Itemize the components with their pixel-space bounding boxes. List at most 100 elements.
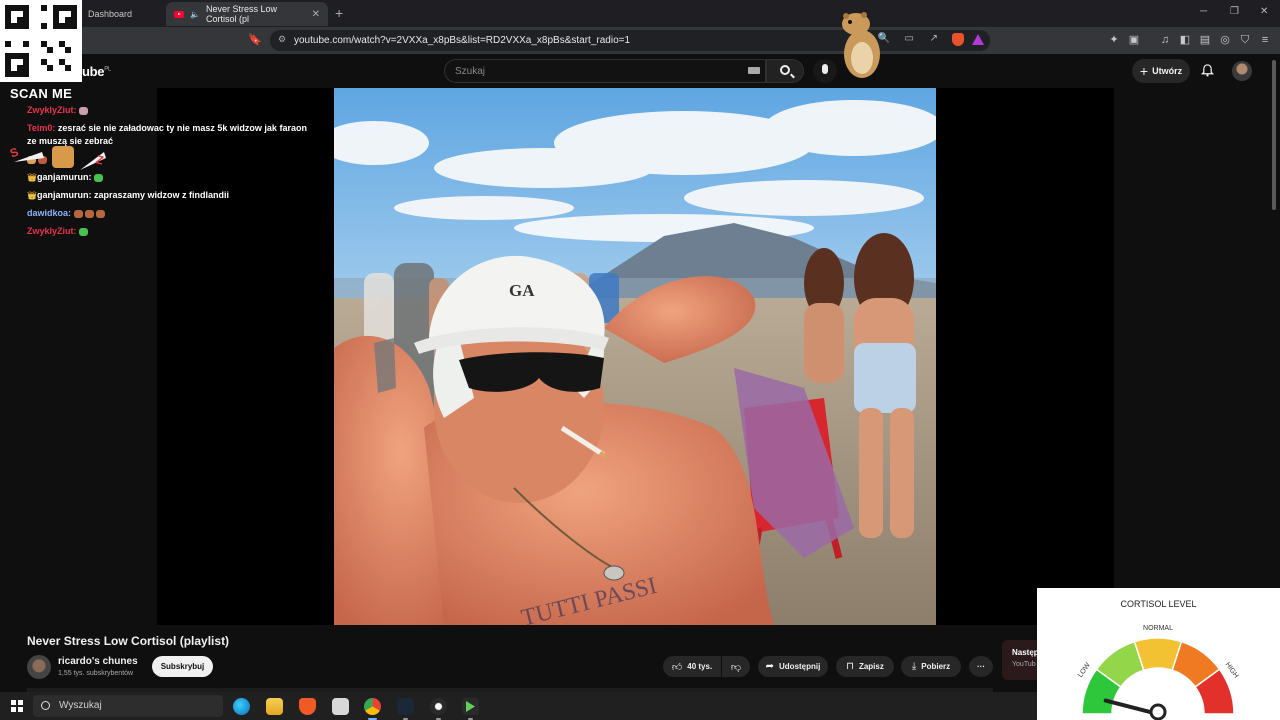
chat-username: ZwyklyZiut:: [27, 226, 80, 236]
gauge-label: LOW: [1077, 662, 1092, 679]
qr-code[interactable]: [0, 0, 82, 82]
chat-emote-icon: [84, 209, 94, 218]
download-icon: ⤓: [911, 661, 917, 672]
tab-dashboard[interactable]: Dashboard: [80, 2, 166, 26]
search-input[interactable]: Szukaj: [444, 59, 766, 83]
brave-icon[interactable]: [299, 698, 316, 715]
close-window-button[interactable]: ✕: [1260, 6, 1268, 17]
taskbar-search-input[interactable]: Wyszukaj: [33, 695, 223, 717]
svg-text:Z: Z: [94, 152, 105, 167]
music-icon[interactable]: ♫: [1158, 33, 1172, 47]
gauge-label: HIGH: [1224, 661, 1240, 679]
chat-emote-icon: [79, 106, 89, 115]
share-label: Udostępnij: [779, 662, 821, 671]
download-button[interactable]: ⤓ Pobierz: [901, 656, 961, 677]
chat-username: ZwyklyZiut:: [27, 105, 80, 115]
video-title: Never Stress Low Cortisol (playlist): [27, 634, 230, 648]
browser-tab-bar: Dashboard 🔈 Never Stress Low Cortisol (p…: [0, 0, 1280, 27]
minimize-button[interactable]: ─: [1200, 6, 1207, 17]
windows-taskbar: Wyszukaj: [0, 692, 1037, 720]
channel-avatar[interactable]: [27, 655, 51, 679]
vpn-icon[interactable]: ◎: [1218, 33, 1232, 47]
youtube-favicon-icon: [174, 10, 184, 18]
menu-icon[interactable]: ≡: [1258, 33, 1272, 47]
chat-message: ZwyklyZiut:: [27, 225, 317, 238]
more-actions-button[interactable]: ···: [969, 656, 993, 677]
share-button[interactable]: ➦ Udostępnij: [758, 656, 828, 677]
download-label: Pobierz: [921, 662, 951, 671]
youtube-header: ubePL Szukaj + Utwórz: [0, 54, 1280, 88]
like-count: 40 tys.: [687, 662, 713, 671]
windows-start-icon[interactable]: [11, 700, 23, 712]
edge-icon[interactable]: [233, 698, 250, 715]
cortisol-gauge: CORTISOL LEVEL LOW NORMAL HIGH: [1037, 588, 1280, 720]
video-frame[interactable]: GA TUTTI PASSI: [334, 88, 936, 625]
hat-logo: GA: [509, 281, 535, 300]
chat-message: dawidkoa:: [27, 207, 317, 220]
chat-text: zapraszamy widzow z findlandii: [93, 190, 230, 200]
tab-label: Never Stress Low Cortisol (pl: [205, 4, 277, 24]
chat-username: dawidkoa:: [27, 208, 74, 218]
steam-icon[interactable]: [397, 698, 414, 720]
tab-label: Dashboard: [88, 9, 133, 19]
crown-badge-icon: 👑: [27, 173, 37, 182]
chrome-icon[interactable]: [364, 698, 381, 720]
site-info-icon[interactable]: ⚙: [278, 34, 286, 45]
subscribe-button[interactable]: Subskrybuj: [152, 656, 213, 677]
rewards-icon[interactable]: [972, 34, 984, 45]
sidebar-icon[interactable]: ◧: [1178, 33, 1192, 47]
chat-username: ganjamurun:: [36, 190, 94, 200]
like-button[interactable]: 👍︎ 40 tys.: [663, 656, 721, 677]
speaker-icon[interactable]: 🔈: [190, 10, 200, 19]
chat-emote-icon: [73, 209, 83, 218]
chat-emote-icon: [79, 227, 89, 236]
thumbs-down-icon: 👎︎: [730, 661, 742, 673]
cast-icon[interactable]: ▭: [905, 33, 914, 44]
voice-search-button[interactable]: [813, 59, 837, 83]
region-code: PL: [104, 66, 111, 73]
bookmark-icon[interactable]: 🔖: [248, 33, 262, 47]
account-avatar[interactable]: [1232, 61, 1252, 81]
qr-pattern: [5, 5, 77, 77]
page-scrollbar[interactable]: [1272, 60, 1276, 210]
close-tab-icon[interactable]: ✕: [312, 9, 320, 20]
chat-emote-icon: [93, 173, 103, 182]
app-icon[interactable]: [332, 698, 349, 715]
search-icon: [780, 65, 790, 75]
restore-button[interactable]: ❐: [1230, 6, 1239, 17]
brave-shields-icon[interactable]: [952, 33, 964, 46]
hamster-sticker: [842, 12, 880, 78]
keyboard-icon[interactable]: [748, 67, 760, 74]
share-page-icon[interactable]: ↗: [930, 33, 938, 44]
tab-video[interactable]: 🔈 Never Stress Low Cortisol (pl ✕: [166, 2, 328, 26]
youtube-logo[interactable]: ubePL: [82, 64, 111, 79]
gauge-label: NORMAL: [1143, 625, 1173, 632]
chat-message: 👑ganjamurun: zapraszamy widzow z findlan…: [27, 189, 317, 202]
screenshot-icon[interactable]: ▣: [1127, 33, 1141, 47]
crown-badge-icon: 👑: [27, 191, 37, 200]
create-button[interactable]: + Utwórz: [1132, 59, 1190, 83]
terminal-icon[interactable]: [462, 698, 479, 720]
channel-name[interactable]: ricardo's chunes: [58, 656, 138, 667]
chat-message: ZwyklyZiut:: [27, 104, 317, 117]
notifications-bell-icon[interactable]: [1201, 64, 1214, 77]
file-explorer-icon[interactable]: [266, 698, 283, 715]
taskbar-search-placeholder: Wyszukaj: [59, 700, 102, 711]
obs-icon[interactable]: [430, 698, 447, 720]
wallet-icon[interactable]: ▤: [1198, 33, 1212, 47]
share-icon: ➦: [765, 661, 775, 672]
shield-icon[interactable]: ⛉: [1238, 33, 1252, 47]
video-frame-image: GA TUTTI PASSI: [334, 88, 936, 625]
logo-text: ube: [82, 64, 105, 79]
save-button[interactable]: ⊓ Zapisz: [836, 656, 894, 677]
url-text: youtube.com/watch?v=2VXXa_x8pBs&list=RD2…: [294, 35, 631, 46]
dislike-button[interactable]: 👎︎: [722, 656, 750, 677]
save-icon: ⊓: [846, 661, 854, 672]
browser-toolbar: 🔖 ⚙ youtube.com/watch?v=2VXXa_x8pBs&list…: [0, 27, 1280, 54]
search-button[interactable]: [766, 59, 804, 83]
new-tab-button[interactable]: +: [335, 5, 343, 21]
subscriber-count: 1,55 tys. subskrybentów: [58, 670, 134, 677]
chat-username: Teim0:: [27, 123, 58, 133]
gauge-dial: LOW NORMAL HIGH: [1077, 625, 1240, 720]
extensions-icon[interactable]: ✦: [1107, 33, 1121, 47]
